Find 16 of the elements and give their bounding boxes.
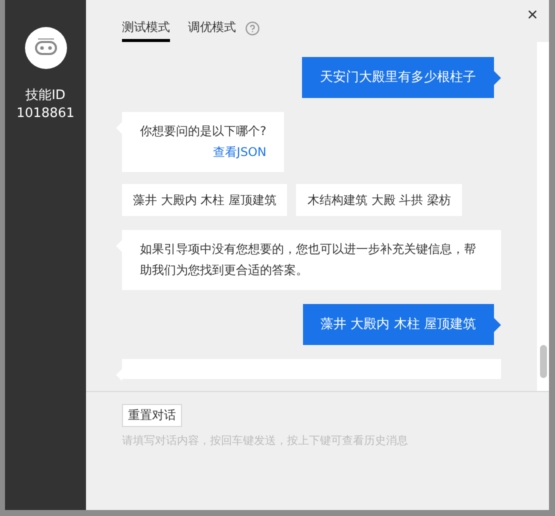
message-text: 如果引导项中没有您想要的，您也可以进一步补充关键信息，帮助我们为您找到更合适的答案。	[140, 241, 477, 279]
close-button[interactable]	[526, 8, 539, 21]
bubble-tail	[494, 318, 501, 332]
reset-dialog-button[interactable]: 重置对话	[122, 404, 182, 426]
option-chip[interactable]: 木结构建筑 大殿 斗拱 梁枋	[296, 184, 462, 216]
view-json-link[interactable]: 查看JSON	[212, 142, 266, 163]
mode-tab[interactable]: 调优模式	[188, 18, 236, 42]
mode-tab[interactable]: 测试模式	[122, 18, 170, 42]
skill-id-label: 技能ID	[26, 87, 66, 105]
robot-avatar-icon	[24, 27, 66, 69]
scrollbar[interactable]	[537, 42, 549, 391]
message-text: 你想要问的是以下哪个?	[140, 123, 266, 140]
option-chip[interactable]: 藻井 大殿内 木柱 屋顶建筑	[122, 184, 288, 216]
skill-id-value: 1018861	[16, 105, 74, 123]
help-icon[interactable]	[245, 20, 260, 36]
bubble-tail	[494, 70, 501, 84]
